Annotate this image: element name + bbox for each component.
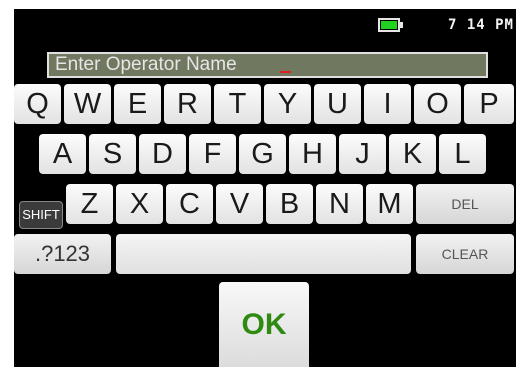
operator-name-input[interactable] — [47, 52, 488, 78]
key-m[interactable]: M — [366, 184, 413, 224]
status-bar: 7 14 PM — [14, 9, 516, 43]
key-s[interactable]: S — [89, 134, 136, 174]
key-t[interactable]: T — [214, 84, 261, 124]
ok-button[interactable]: OK — [219, 282, 309, 367]
symbols-key[interactable]: .?123 — [14, 234, 111, 274]
key-g[interactable]: G — [239, 134, 286, 174]
device-screen: 7 14 PM Q W E R T Y U I O P A S D F G H … — [14, 9, 516, 367]
battery-fill — [381, 21, 397, 29]
battery-tip — [400, 22, 403, 28]
key-x[interactable]: X — [116, 184, 163, 224]
text-cursor — [280, 71, 291, 73]
key-f[interactable]: F — [189, 134, 236, 174]
battery-full-icon — [378, 18, 400, 32]
key-y[interactable]: Y — [264, 84, 311, 124]
space-bar[interactable] — [116, 234, 411, 274]
key-w[interactable]: W — [64, 84, 111, 124]
clear-key[interactable]: CLEAR — [416, 234, 514, 274]
key-o[interactable]: O — [414, 84, 461, 124]
key-p[interactable]: P — [464, 84, 514, 124]
key-v[interactable]: V — [216, 184, 263, 224]
key-u[interactable]: U — [314, 84, 361, 124]
key-b[interactable]: B — [266, 184, 313, 224]
shift-key[interactable]: SHIFT — [19, 201, 63, 229]
key-k[interactable]: K — [389, 134, 436, 174]
key-d[interactable]: D — [139, 134, 186, 174]
key-n[interactable]: N — [316, 184, 363, 224]
key-j[interactable]: J — [339, 134, 386, 174]
key-h[interactable]: H — [289, 134, 336, 174]
key-z[interactable]: Z — [66, 184, 113, 224]
key-a[interactable]: A — [39, 134, 86, 174]
key-r[interactable]: R — [164, 84, 211, 124]
key-l[interactable]: L — [439, 134, 486, 174]
delete-key[interactable]: DEL — [416, 184, 514, 224]
key-e[interactable]: E — [114, 84, 161, 124]
key-c[interactable]: C — [166, 184, 213, 224]
key-q[interactable]: Q — [14, 84, 61, 124]
key-i[interactable]: I — [364, 84, 411, 124]
status-clock: 7 14 PM — [447, 17, 514, 33]
